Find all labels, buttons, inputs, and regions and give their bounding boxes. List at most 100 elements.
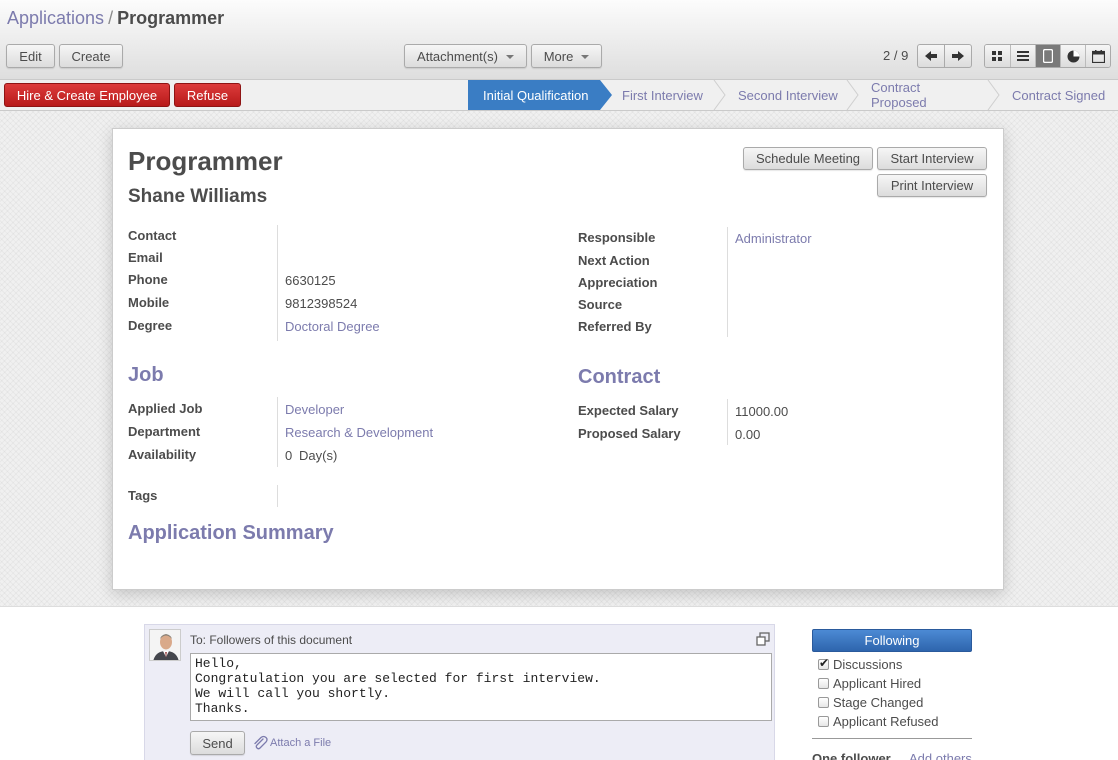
breadcrumb-applications-link[interactable]: Applications	[7, 8, 104, 28]
subtype-stage-changed[interactable]: Stage Changed	[818, 695, 923, 710]
divider	[812, 738, 972, 739]
field-divider	[727, 399, 728, 445]
create-button[interactable]: Create	[59, 44, 123, 68]
checkbox[interactable]	[818, 697, 829, 708]
expand-composer-button[interactable]	[756, 632, 770, 646]
calendar-view-button[interactable]	[1085, 45, 1110, 67]
availability-value[interactable]: 0	[285, 448, 292, 463]
application-summary-heading: Application Summary	[128, 522, 334, 544]
mobile-value[interactable]: 9812398524	[285, 296, 357, 311]
stage-label: First Interview	[622, 87, 703, 103]
source-label: Source	[578, 297, 623, 312]
responsible-link[interactable]: Administrator	[735, 231, 812, 246]
breadcrumb-separator: /	[108, 8, 114, 28]
chevron-down-icon	[581, 55, 590, 59]
degree-link[interactable]: Doctoral Degree	[285, 319, 380, 334]
list-view-button[interactable]	[1010, 45, 1035, 67]
availability-label: Availability	[128, 447, 197, 462]
subtype-applicant-hired[interactable]: Applicant Hired	[818, 676, 921, 691]
following-button[interactable]: Following	[812, 629, 972, 652]
subtype-label: Discussions	[833, 657, 903, 672]
pager-counter: 2 / 9	[883, 48, 909, 63]
stage-contract-proposed[interactable]: Contract Proposed	[846, 80, 989, 110]
form-sheet: Programmer Shane Williams Schedule Meeti…	[112, 128, 1004, 590]
applicant-name: Shane Williams	[128, 186, 268, 207]
previous-record-button[interactable]	[917, 44, 945, 68]
add-others-link[interactable]: Add others	[909, 751, 972, 760]
paperclip-icon	[254, 735, 268, 750]
kanban-view-icon	[992, 50, 1002, 61]
phone-value[interactable]: 6630125	[285, 273, 336, 288]
stage-label: Second Interview	[738, 87, 838, 103]
proposed-salary-label: Proposed Salary	[578, 426, 681, 441]
stage-first-interview[interactable]: First Interview	[600, 80, 715, 110]
email-label: Email	[128, 250, 163, 265]
checkbox[interactable]	[818, 678, 829, 689]
degree-label: Degree	[128, 318, 173, 333]
stage-initial-qualification[interactable]: Initial Qualification	[468, 80, 612, 110]
next-action-label: Next Action	[578, 253, 650, 268]
subtype-discussions[interactable]: Discussions	[818, 656, 903, 672]
chevron-down-icon	[505, 55, 514, 59]
referred-by-label: Referred By	[578, 319, 652, 334]
avatar	[149, 629, 181, 661]
attach-file-label: Attach a File	[270, 737, 332, 749]
applied-job-link[interactable]: Developer	[285, 402, 344, 417]
send-button[interactable]: Send	[190, 731, 245, 755]
breadcrumb-current: Programmer	[117, 8, 225, 28]
list-view-icon	[1017, 51, 1029, 61]
checkbox-checked[interactable]	[818, 656, 829, 670]
control-panel: Applications / Programmer Edit Create Atta…	[0, 0, 1118, 80]
expand-icon	[756, 632, 770, 646]
next-record-button[interactable]	[944, 44, 972, 68]
arrow-left-icon	[925, 51, 937, 61]
tags-field[interactable]	[285, 488, 535, 506]
more-label: More	[543, 48, 574, 64]
schedule-meeting-button[interactable]: Schedule Meeting	[743, 147, 873, 170]
stage-label: Initial Qualification	[483, 87, 589, 103]
follower-count: One follower	[812, 751, 891, 760]
edit-button[interactable]: Edit	[6, 44, 55, 68]
stage-label: Contract Proposed	[871, 80, 927, 110]
stage-pipeline: Initial Qualification First Interview Se…	[468, 80, 1118, 110]
subtype-label: Applicant Refused	[833, 714, 939, 729]
graph-view-icon	[1067, 50, 1079, 62]
department-link[interactable]: Research & Development	[285, 425, 433, 440]
print-interview-button[interactable]: Print Interview	[877, 174, 987, 197]
view-switcher	[984, 44, 1111, 68]
stage-divider	[713, 80, 726, 110]
form-view-icon	[1043, 49, 1053, 63]
job-title: Programmer	[128, 146, 283, 176]
expected-salary-value[interactable]: 11000.00	[735, 404, 788, 419]
recipients-line: To: Followers of this document	[190, 633, 353, 647]
hire-create-employee-button[interactable]: Hire & Create Employee	[4, 83, 170, 107]
proposed-salary-value[interactable]: 0.00	[735, 427, 760, 442]
stage-divider	[987, 80, 1000, 110]
graph-view-button[interactable]	[1060, 45, 1085, 67]
message-textarea[interactable]: Hello, Congratulation you are selected f…	[190, 653, 772, 721]
attachments-label: Attachment(s)	[417, 48, 498, 64]
form-view-button[interactable]	[1035, 45, 1060, 67]
breadcrumb: Applications / Programmer	[7, 8, 224, 29]
stage-second-interview[interactable]: Second Interview	[713, 80, 848, 110]
more-dropdown[interactable]: More	[531, 44, 602, 68]
attach-file-link[interactable]: Attach a File	[252, 735, 331, 751]
mobile-label: Mobile	[128, 295, 170, 310]
checkbox[interactable]	[818, 716, 829, 727]
status-bar: Hire & Create Employee Refuse Initial Qu…	[0, 80, 1118, 111]
attachments-dropdown[interactable]: Attachment(s)	[404, 44, 527, 68]
start-interview-button[interactable]: Start Interview	[877, 147, 987, 170]
kanban-view-button[interactable]	[985, 45, 1010, 67]
field-divider	[277, 397, 278, 467]
applied-job-label: Applied Job	[128, 401, 203, 416]
department-label: Department	[128, 424, 201, 439]
subtype-applicant-refused[interactable]: Applicant Refused	[818, 714, 939, 729]
contact-label: Contact	[128, 228, 177, 243]
message-composer: To: Followers of this document Hello, Co…	[144, 624, 775, 760]
refuse-button[interactable]: Refuse	[174, 83, 241, 107]
job-section-heading: Job	[128, 364, 164, 386]
stage-contract-signed[interactable]: Contract Signed	[987, 80, 1118, 110]
tags-label: Tags	[128, 488, 158, 503]
field-divider	[277, 485, 278, 507]
phone-label: Phone	[128, 272, 168, 287]
